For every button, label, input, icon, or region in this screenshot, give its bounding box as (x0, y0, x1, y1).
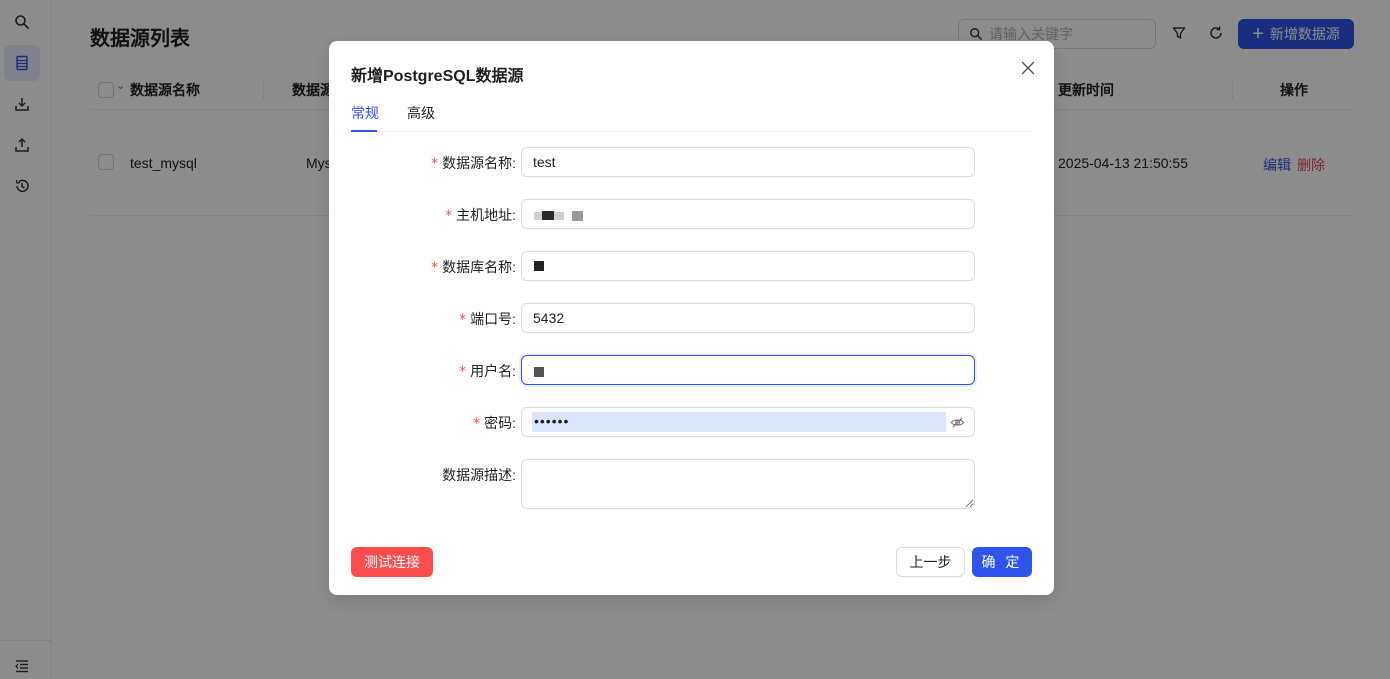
modal-title: 新增PostgreSQL数据源 (351, 68, 524, 85)
close-icon (1021, 61, 1035, 75)
password-label: * 密码: (473, 413, 516, 433)
form-row-name: * 数据源名称: (351, 147, 1032, 177)
required-mark: * (431, 156, 439, 172)
username-label: * 用户名: (459, 361, 516, 381)
username-label-text: 用户名: (470, 363, 516, 379)
datasource-name-input[interactable] (521, 147, 975, 177)
required-mark: * (445, 208, 453, 224)
database-label-text: 数据库名称: (442, 259, 516, 275)
modal-close-button[interactable] (1019, 59, 1037, 77)
host-label: * 主机地址: (445, 205, 516, 225)
database-input[interactable] (521, 251, 975, 281)
name-label: * 数据源名称: (431, 153, 516, 173)
form-row-database: * 数据库名称: (351, 251, 1032, 281)
form-row-description: 数据源描述: (351, 459, 1032, 509)
redacted-block (554, 212, 564, 220)
redacted-block (572, 211, 583, 221)
port-input[interactable] (521, 303, 975, 333)
password-value: •••••• (534, 413, 570, 429)
tab-advanced[interactable]: 高级 (407, 103, 435, 123)
modal-tabs: 常规 高级 (351, 99, 1032, 132)
host-label-text: 主机地址: (456, 207, 516, 223)
redacted-block (534, 212, 542, 220)
form-row-port: * 端口号: (351, 303, 1032, 333)
port-label: * 端口号: (459, 309, 516, 329)
tab-active-indicator (351, 130, 377, 132)
confirm-button[interactable]: 确 定 (972, 547, 1032, 577)
redacted-block (534, 261, 544, 271)
previous-step-button[interactable]: 上一步 (896, 547, 965, 577)
description-label: 数据源描述: (442, 467, 516, 483)
name-label-text: 数据源名称: (442, 155, 516, 171)
form-row-host: * 主机地址: (351, 199, 1032, 229)
redacted-block (542, 211, 554, 220)
form-row-username: * 用户名: (351, 355, 1032, 385)
redacted-block (534, 367, 544, 377)
test-connection-button[interactable]: 测试连接 (351, 547, 433, 577)
eye-invisible-icon[interactable] (950, 415, 965, 430)
required-mark: * (473, 416, 481, 432)
host-input[interactable] (521, 199, 975, 229)
port-label-text: 端口号: (470, 311, 516, 327)
required-mark: * (459, 364, 467, 380)
password-label-text: 密码: (484, 415, 516, 431)
username-input[interactable] (521, 355, 975, 385)
database-label: * 数据库名称: (431, 257, 516, 277)
required-mark: * (431, 260, 439, 276)
password-input[interactable]: •••••• (521, 407, 975, 437)
tab-general[interactable]: 常规 (351, 103, 379, 123)
form-row-password: * 密码: •••••• (351, 407, 1032, 437)
add-datasource-modal: 新增PostgreSQL数据源 常规 高级 *数据源名称: *主机地址: *数据… (329, 41, 1054, 595)
password-selection-highlight (532, 412, 946, 432)
description-textarea[interactable] (521, 459, 975, 509)
required-mark: * (459, 312, 467, 328)
